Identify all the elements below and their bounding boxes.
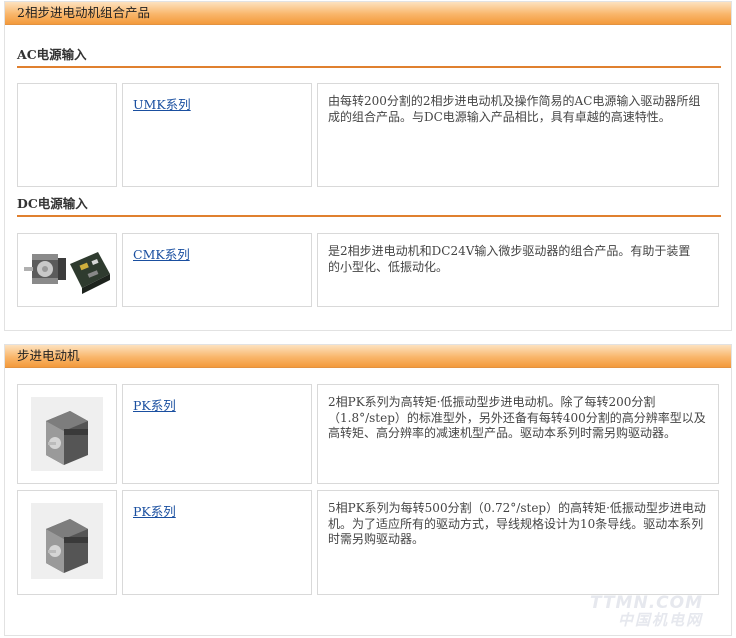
- cmk-image-cell: [17, 233, 117, 307]
- cmk-desc-cell: 是2相步进电动机和DC24V输入微步驱动器的组合产品。有助于装置的小型化、低振动…: [317, 233, 719, 307]
- pk5-image-cell: [17, 490, 117, 595]
- dc-section-title: DC电源输入: [17, 196, 88, 211]
- stepper-motor-panel: 步进电动机 PK系列 2相PK系列为高转矩·低振动型步进电动机。除了每转200分…: [4, 344, 732, 636]
- stepper-panel-header: 步进电动机: [5, 345, 731, 368]
- watermark-line-2: 中国机电网: [617, 611, 703, 629]
- pk2-image-cell: [17, 384, 117, 484]
- combo-panel-header: 2相步进电动机组合产品: [5, 2, 731, 25]
- umk-desc-cell: 由每转200分割的2相步进电动机及操作简易的AC电源输入驱动器所组成的组合产品。…: [317, 83, 719, 187]
- ac-section-divider: [17, 66, 721, 68]
- pk2-product-image: [31, 397, 103, 471]
- pk5-desc-cell: 5相PK系列为每转500分割（0.72°/step）的高转矩·低振动型步进电动机…: [317, 490, 719, 595]
- pk2-description: 2相PK系列为高转矩·低振动型步进电动机。除了每转200分割（1.8°/step…: [328, 395, 706, 440]
- umk-series-link[interactable]: UMK系列: [133, 94, 191, 113]
- pk2-desc-cell: 2相PK系列为高转矩·低振动型步进电动机。除了每转200分割（1.8°/step…: [317, 384, 719, 484]
- watermark-line-1: TTMN.COM: [589, 593, 703, 613]
- cmk-series-link[interactable]: CMK系列: [133, 244, 190, 263]
- pk5-description: 5相PK系列为每转500分割（0.72°/step）的高转矩·低振动型步进电动机…: [328, 501, 706, 546]
- pk2-series-link[interactable]: PK系列: [133, 395, 176, 414]
- cmk-link-cell: CMK系列: [122, 233, 312, 307]
- cmk-product-image: [24, 252, 110, 294]
- umk-description: 由每转200分割的2相步进电动机及操作简易的AC电源输入驱动器所组成的组合产品。…: [328, 94, 701, 124]
- pk5-link-cell: PK系列: [122, 490, 312, 595]
- pk2-link-cell: PK系列: [122, 384, 312, 484]
- site-watermark: TTMN.COM 中国机电网: [590, 595, 703, 629]
- combo-products-panel: 2相步进电动机组合产品 AC电源输入 UMK系列 由每转200分割的2相步进电动…: [4, 1, 732, 331]
- pk5-product-image: [31, 503, 103, 579]
- pk5-series-link[interactable]: PK系列: [133, 501, 176, 520]
- cmk-description: 是2相步进电动机和DC24V输入微步驱动器的组合产品。有助于装置的小型化、低振动…: [328, 244, 691, 274]
- umk-image-cell: [17, 83, 117, 187]
- umk-link-cell: UMK系列: [122, 83, 312, 187]
- ac-section-title: AC电源输入: [17, 47, 87, 62]
- dc-section-divider: [17, 215, 721, 217]
